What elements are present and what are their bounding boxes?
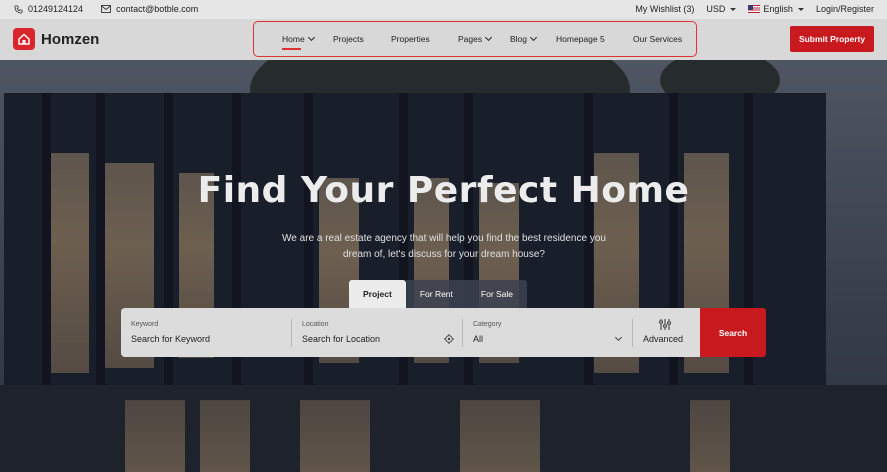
phone-number: 01249124124	[28, 4, 84, 14]
hero-title: Find Your Perfect Home	[197, 170, 690, 211]
main-header: Homzen Home Projects Properties Pages Bl…	[0, 19, 887, 60]
hero-section: Find Your Perfect Home We are a real est…	[0, 60, 887, 472]
phone-icon	[14, 4, 23, 14]
nav-our-services[interactable]: Our Services	[633, 34, 682, 44]
language-label: English	[763, 4, 793, 14]
location-label: Location	[302, 321, 329, 328]
currency-dropdown[interactable]: USD	[706, 4, 737, 14]
nav-blog[interactable]: Blog	[510, 33, 538, 44]
house-logo-icon	[13, 28, 35, 50]
phone-link[interactable]: 01249124124	[14, 4, 83, 14]
email-address: contact@botble.com	[116, 4, 199, 14]
chevron-down-icon	[529, 33, 538, 42]
advanced-filter-button[interactable]: Advanced	[633, 308, 700, 357]
chevron-down-icon	[307, 33, 315, 42]
login-register-link[interactable]: Login/Register	[816, 4, 874, 14]
topbar-actions: My Wishlist (3) USD English Login/Regist…	[623, 4, 874, 14]
hero-subtitle: We are a real estate agency that will he…	[282, 233, 606, 260]
logo-text: Homzen	[41, 30, 100, 48]
contact-info: 01249124124 contact@botble.com	[14, 4, 216, 14]
main-nav: Home Projects Properties Pages Blog Home…	[253, 21, 697, 57]
hero-overlay	[0, 60, 887, 472]
wishlist-link[interactable]: My Wishlist (3)	[635, 4, 694, 14]
keyword-input[interactable]: Search for Keyword	[131, 334, 210, 344]
search-form: Keyword Search for Keyword Location Sear…	[121, 308, 700, 357]
caret-down-icon	[730, 7, 737, 11]
sliders-icon	[659, 319, 671, 330]
category-select[interactable]: Category All	[463, 308, 633, 357]
us-flag-icon	[748, 5, 761, 13]
search-tabs: Project For Rent For Sale	[349, 280, 528, 308]
category-label: Category	[473, 321, 502, 328]
email-link[interactable]: contact@botble.com	[101, 4, 198, 14]
tab-for-rent[interactable]: For Rent	[405, 280, 467, 308]
chevron-down-icon	[614, 333, 623, 342]
top-bar: 01249124124 contact@botble.com My Wishli…	[0, 0, 887, 19]
tab-project[interactable]: Project	[349, 280, 406, 308]
nav-home-label: Home	[282, 34, 305, 44]
site-logo[interactable]: Homzen	[13, 28, 99, 50]
keyword-label: Keyword	[131, 321, 159, 328]
location-target-icon[interactable]	[444, 334, 454, 344]
mail-icon	[101, 5, 112, 13]
submit-property-button[interactable]: Submit Property	[790, 26, 874, 52]
nav-homepage-5[interactable]: Homepage 5	[556, 34, 605, 44]
nav-pages[interactable]: Pages	[458, 33, 493, 44]
location-input[interactable]: Search for Location	[302, 334, 380, 344]
nav-home[interactable]: Home	[282, 33, 315, 50]
chevron-down-icon	[485, 33, 493, 42]
search-button[interactable]: Search	[700, 308, 766, 357]
advanced-label: Advanced	[643, 334, 684, 344]
location-field[interactable]: Location Search for Location	[292, 308, 462, 357]
nav-projects[interactable]: Projects	[333, 34, 364, 44]
nav-properties[interactable]: Properties	[391, 34, 430, 44]
category-value: All	[473, 334, 484, 344]
nav-our-services-label: Our Services	[633, 34, 683, 44]
currency-label: USD	[706, 4, 726, 14]
nav-projects-label: Projects	[333, 34, 364, 44]
tab-for-sale[interactable]: For Sale	[466, 280, 528, 308]
nav-pages-label: Pages	[458, 34, 483, 44]
nav-blog-label: Blog	[510, 34, 528, 44]
language-dropdown[interactable]: English	[748, 4, 804, 14]
caret-down-icon	[797, 7, 804, 11]
keyword-field[interactable]: Keyword Search for Keyword	[121, 308, 291, 357]
nav-homepage-5-label: Homepage 5	[556, 34, 605, 44]
nav-properties-label: Properties	[391, 34, 430, 44]
